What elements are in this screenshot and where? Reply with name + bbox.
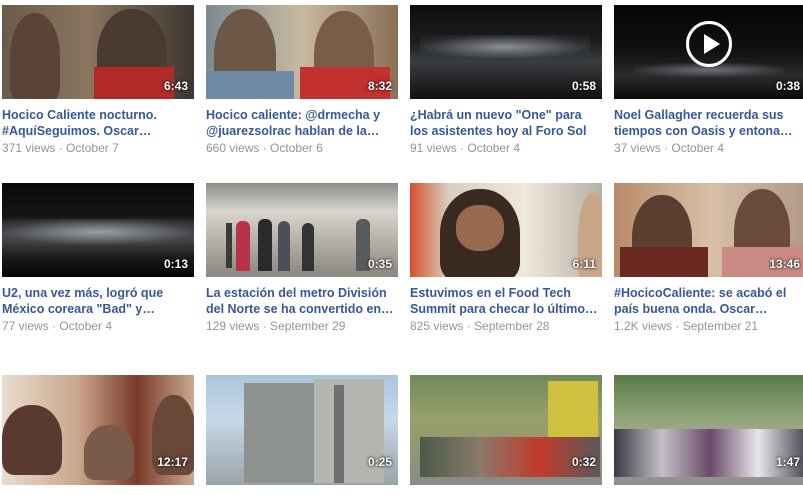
video-thumbnail[interactable]: 1:47 [614,375,803,485]
video-title[interactable]: Estuvimos en el Food Tech Summit para ch… [410,285,602,317]
video-views: 37 views [614,141,661,155]
video-meta: 1.2K views · September 21 [614,319,759,333]
video-thumbnail[interactable]: 0:38 [614,5,803,99]
video-card[interactable]: 12:17 [2,375,194,485]
video-title[interactable]: Hocico Caliente nocturno. #AquíSeguimos.… [2,107,194,139]
video-meta: 91 views · October 4 [410,141,521,155]
video-views: 129 views [206,319,260,333]
video-views: 91 views [410,141,457,155]
video-duration: 0:58 [571,79,596,93]
video-date: October 4 [467,141,521,155]
play-circle-icon[interactable] [686,21,732,67]
video-title[interactable]: La estación del metro División del Norte… [206,285,398,317]
video-views: 1.2K views [614,319,673,333]
video-duration: 12:17 [157,455,188,469]
video-duration: 6:11 [572,257,596,271]
video-duration: 6:43 [163,79,188,93]
video-thumbnail[interactable]: 8:32 [206,5,398,99]
video-duration: 0:38 [775,79,800,93]
video-card[interactable]: 1:47 [614,375,803,485]
video-thumbnail[interactable]: 0:32 [410,375,602,485]
video-date: September 28 [474,319,550,333]
video-card[interactable]: 13:46 #HocicoCaliente: se acabó el país … [614,183,803,333]
video-title[interactable]: ¿Habrá un nuevo "One" para los asistente… [410,107,602,139]
video-card[interactable]: 0:58 ¿Habrá un nuevo "One" para los asis… [410,5,602,155]
video-title[interactable]: U2, una vez más, logró que México corear… [2,285,194,317]
video-date: September 21 [682,319,759,333]
video-date: October 4 [671,141,725,155]
video-title[interactable]: #HocicoCaliente: se acabó el país buena … [614,285,803,317]
video-views: 371 views [2,141,56,155]
video-card[interactable]: 6:43 Hocico Caliente nocturno. #AquíSegu… [2,5,194,155]
video-date: September 29 [270,319,346,333]
video-date: October 4 [59,319,113,333]
video-duration: 0:13 [163,257,188,271]
video-grid: 6:43 Hocico Caliente nocturno. #AquíSegu… [0,0,803,495]
video-card[interactable]: 0:25 [206,375,398,485]
video-card[interactable]: 0:38 Noel Gallagher recuerda sus tiempos… [614,5,803,155]
video-date: October 6 [270,141,323,155]
video-meta: 371 views · October 7 [2,141,119,155]
video-views: 825 views [410,319,464,333]
video-thumbnail[interactable]: 0:35 [206,183,398,277]
video-title[interactable]: Noel Gallagher recuerda sus tiempos con … [614,107,803,139]
video-thumbnail[interactable]: 6:43 [2,5,194,99]
video-duration: 8:32 [367,79,392,93]
video-card[interactable]: 0:13 U2, una vez más, logró que México c… [2,183,194,333]
video-thumbnail[interactable]: 0:25 [206,375,398,485]
video-meta: 660 views · October 6 [206,141,323,155]
video-duration: 13:46 [769,257,800,271]
video-duration: 0:32 [571,455,596,469]
video-meta: 129 views · September 29 [206,319,346,333]
video-date: October 7 [66,141,119,155]
video-duration: 0:25 [367,455,392,469]
video-card[interactable]: 8:32 Hocico caliente: @drmecha y @juarez… [206,5,398,155]
video-meta: 825 views · September 28 [410,319,550,333]
video-duration: 0:35 [367,257,392,271]
video-thumbnail[interactable]: 0:58 [410,5,602,99]
video-views: 660 views [206,141,260,155]
video-thumbnail[interactable]: 6:11 [410,183,602,277]
video-thumbnail[interactable]: 12:17 [2,375,194,485]
video-meta: 37 views · October 4 [614,141,725,155]
video-title[interactable]: Hocico caliente: @drmecha y @juarezsolra… [206,107,398,139]
video-thumbnail[interactable]: 0:13 [2,183,194,277]
video-card[interactable]: 0:35 La estación del metro División del … [206,183,398,333]
video-card[interactable]: 6:11 Estuvimos en el Food Tech Summit pa… [410,183,602,333]
video-duration: 1:47 [775,455,800,469]
video-card[interactable]: 0:32 [410,375,602,485]
video-meta: 77 views · October 4 [2,319,113,333]
video-views: 77 views [2,319,49,333]
video-thumbnail[interactable]: 13:46 [614,183,803,277]
